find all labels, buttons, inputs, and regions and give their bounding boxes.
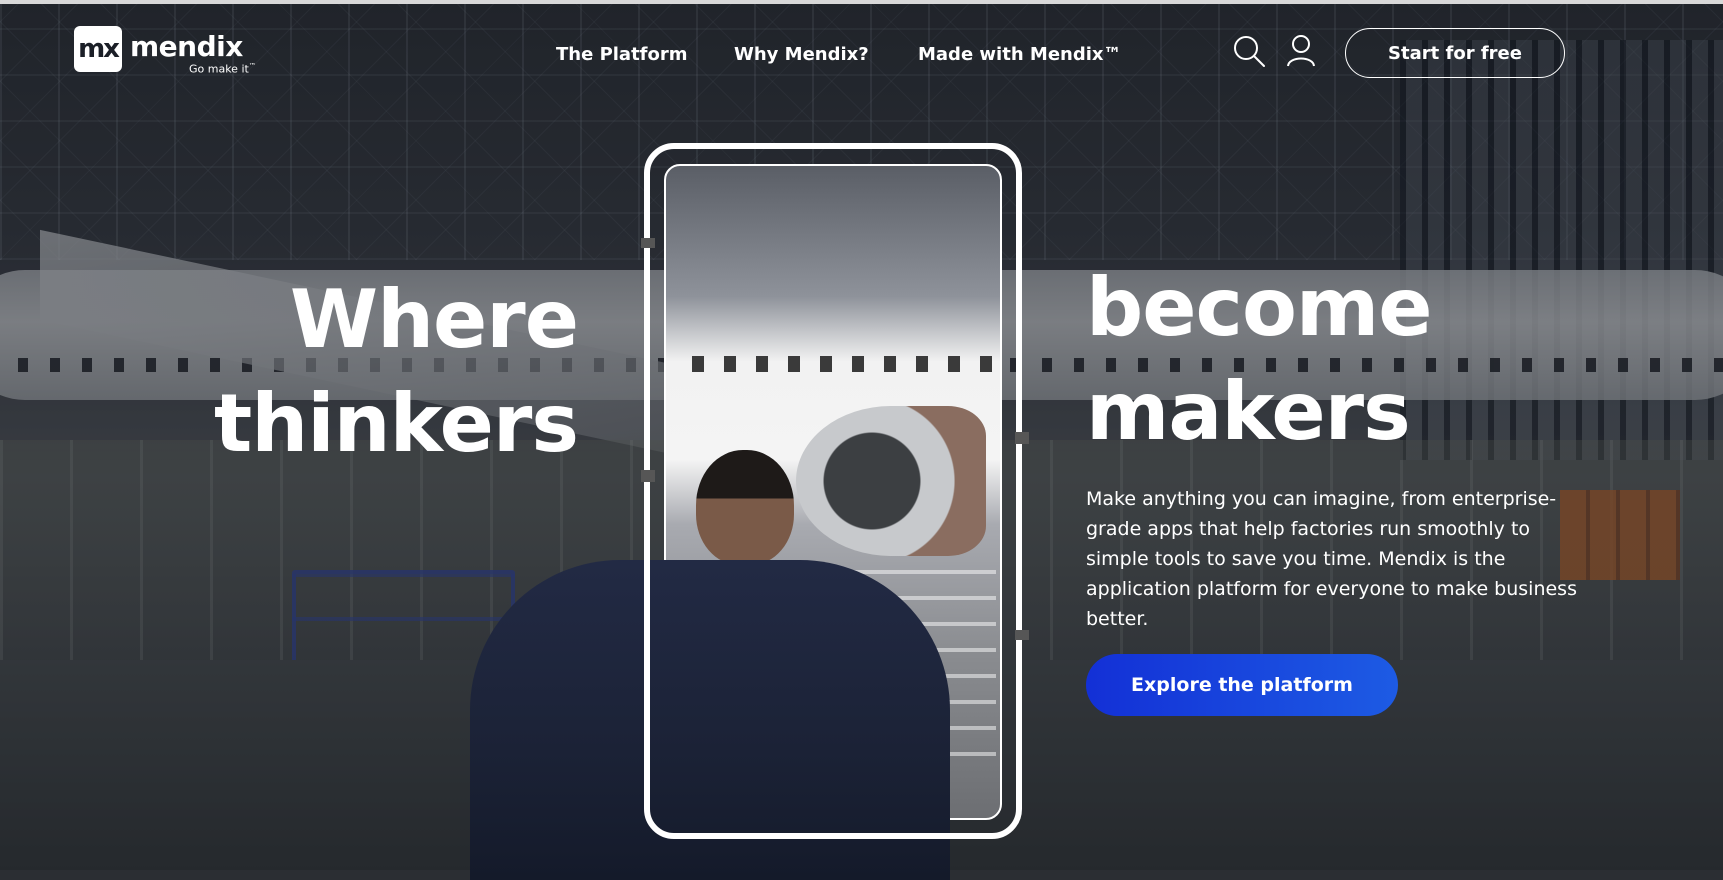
- hero-heading-line: Where: [289, 273, 579, 366]
- hero-heading-left: Where thinkers: [214, 268, 579, 476]
- logo-tagline-mark: ™: [248, 62, 256, 70]
- site-header: mx mendix Go make it™ The Platform Why M…: [0, 4, 1723, 104]
- search-icon[interactable]: [1232, 34, 1266, 72]
- phone-frame-gap: [1015, 432, 1029, 444]
- nav-link-made-with-mendix[interactable]: Made with Mendix™: [918, 44, 1122, 65]
- logo-tagline: Go make it™: [189, 62, 256, 76]
- hero-heading-line: become: [1086, 261, 1433, 354]
- logo-mark: mx: [74, 26, 122, 72]
- hero-heading-line: makers: [1086, 365, 1411, 458]
- phone-frame-gap: [641, 238, 655, 248]
- hero-heading-line: thinkers: [214, 377, 579, 470]
- user-icon[interactable]: [1286, 34, 1316, 72]
- logo-tagline-text: Go make it: [189, 62, 249, 76]
- nav-link-why-mendix[interactable]: Why Mendix?: [734, 44, 869, 65]
- phone-frame: [644, 143, 1022, 839]
- start-for-free-button[interactable]: Start for free: [1345, 28, 1565, 78]
- phone-frame-gap: [641, 470, 655, 482]
- phone-frame-gap: [1015, 630, 1029, 640]
- explore-the-platform-button[interactable]: Explore the platform: [1086, 654, 1398, 716]
- nav-link-the-platform[interactable]: The Platform: [556, 44, 688, 65]
- logo-wordmark: mendix: [130, 30, 243, 63]
- hero-description: Make anything you can imagine, from ente…: [1086, 488, 1577, 630]
- hero-heading-right: become makers: [1086, 256, 1433, 464]
